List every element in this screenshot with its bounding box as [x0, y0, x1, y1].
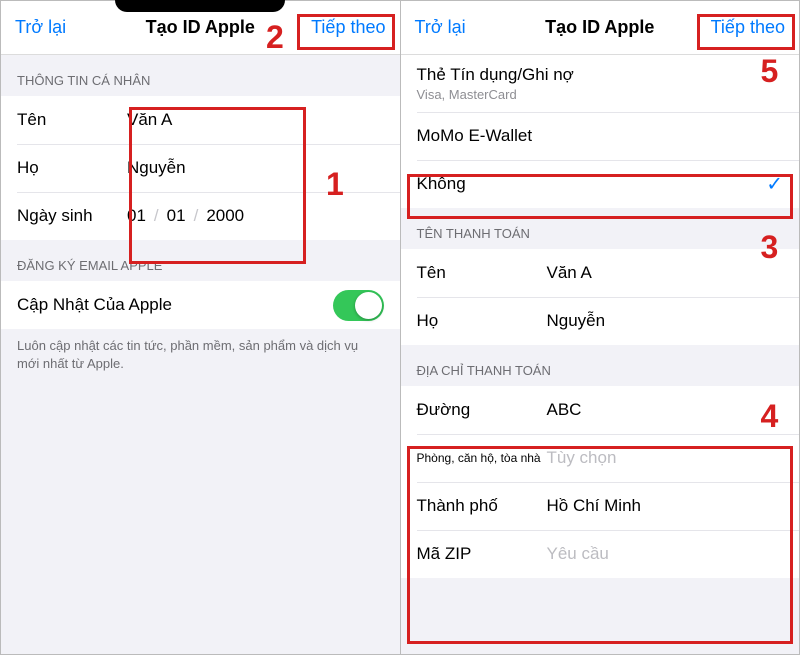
billing-last-name-value[interactable]: Nguyễn	[547, 311, 784, 331]
apt-row[interactable]: Phòng, căn hộ, tòa nhà Tùy chọn	[401, 434, 800, 482]
phone-notch	[115, 0, 285, 12]
billing-last-name-label: Họ	[417, 311, 547, 331]
last-name-label: Họ	[17, 158, 127, 178]
date-separator: /	[194, 206, 199, 226]
last-name-row[interactable]: Họ Nguyễn	[1, 144, 400, 192]
street-row[interactable]: Đường ABC	[401, 386, 800, 434]
birthday-month[interactable]: 01	[167, 206, 186, 226]
birthday-value[interactable]: 01 / 01 / 2000	[127, 206, 244, 226]
back-button[interactable]: Trở lại	[15, 17, 66, 38]
date-separator: /	[154, 206, 159, 226]
billing-name-group: Tên Văn A Họ Nguyễn	[401, 249, 800, 345]
section-personal-info: THÔNG TIN CÁ NHÂN	[1, 55, 400, 96]
city-row[interactable]: Thành phố Hồ Chí Minh	[401, 482, 800, 530]
first-name-value[interactable]: Văn A	[127, 110, 384, 130]
birthday-label: Ngày sinh	[17, 206, 127, 226]
first-name-row[interactable]: Tên Văn A	[1, 96, 400, 144]
billing-last-name-row[interactable]: Họ Nguyễn	[401, 297, 800, 345]
personal-info-group: Tên Văn A Họ Nguyễn Ngày sinh 01 / 01 / …	[1, 96, 400, 240]
payment-option-none[interactable]: Không ✓	[401, 160, 800, 208]
birthday-row[interactable]: Ngày sinh 01 / 01 / 2000	[1, 192, 400, 240]
right-screenshot: Trở lại Tạo ID Apple Tiếp theo Thẻ Tín d…	[401, 1, 800, 654]
last-name-value[interactable]: Nguyễn	[127, 158, 384, 178]
apple-updates-row[interactable]: Cập Nhật Của Apple	[1, 281, 400, 329]
payment-none-title: Không	[417, 174, 784, 194]
zip-label: Mã ZIP	[417, 544, 547, 564]
next-button[interactable]: Tiếp theo	[311, 17, 385, 38]
apt-placeholder[interactable]: Tùy chọn	[547, 448, 784, 468]
birthday-year[interactable]: 2000	[206, 206, 244, 226]
first-name-label: Tên	[17, 110, 127, 130]
birthday-day[interactable]: 01	[127, 206, 146, 226]
billing-first-name-value[interactable]: Văn A	[547, 263, 784, 283]
city-value[interactable]: Hồ Chí Minh	[547, 496, 784, 516]
payment-card-title: Thẻ Tín dụng/Ghi nợ	[417, 65, 784, 85]
payment-card-sub: Visa, MasterCard	[417, 87, 784, 102]
street-value[interactable]: ABC	[547, 400, 784, 420]
back-button[interactable]: Trở lại	[415, 17, 466, 38]
city-label: Thành phố	[417, 496, 547, 516]
payment-method-group: Thẻ Tín dụng/Ghi nợ Visa, MasterCard MoM…	[401, 55, 800, 208]
zip-placeholder[interactable]: Yêu cầu	[547, 544, 784, 564]
nav-bar-right: Trở lại Tạo ID Apple Tiếp theo	[401, 1, 800, 55]
next-button[interactable]: Tiếp theo	[711, 17, 785, 38]
section-email-register: ĐĂNG KÝ EMAIL APPLE	[1, 240, 400, 281]
apple-updates-label: Cập Nhật Của Apple	[17, 295, 172, 315]
apple-updates-footer: Luôn cập nhật các tin tức, phần mềm, sản…	[1, 329, 400, 372]
apple-updates-toggle[interactable]	[333, 290, 384, 321]
payment-option-momo[interactable]: MoMo E-Wallet	[401, 112, 800, 160]
payment-option-card[interactable]: Thẻ Tín dụng/Ghi nợ Visa, MasterCard	[401, 55, 800, 112]
payment-momo-title: MoMo E-Wallet	[417, 126, 784, 146]
section-billing-name: TÊN THANH TOÁN	[401, 208, 800, 249]
billing-first-name-row[interactable]: Tên Văn A	[401, 249, 800, 297]
left-screenshot: Trở lại Tạo ID Apple Tiếp theo THÔNG TIN…	[1, 1, 401, 654]
billing-address-group: Đường ABC Phòng, căn hộ, tòa nhà Tùy chọ…	[401, 386, 800, 578]
billing-first-name-label: Tên	[417, 263, 547, 283]
street-label: Đường	[417, 400, 547, 420]
checkmark-icon: ✓	[766, 172, 783, 197]
section-billing-address: ĐỊA CHỈ THANH TOÁN	[401, 345, 800, 386]
zip-row[interactable]: Mã ZIP Yêu cầu	[401, 530, 800, 578]
apt-label: Phòng, căn hộ, tòa nhà	[417, 451, 547, 465]
